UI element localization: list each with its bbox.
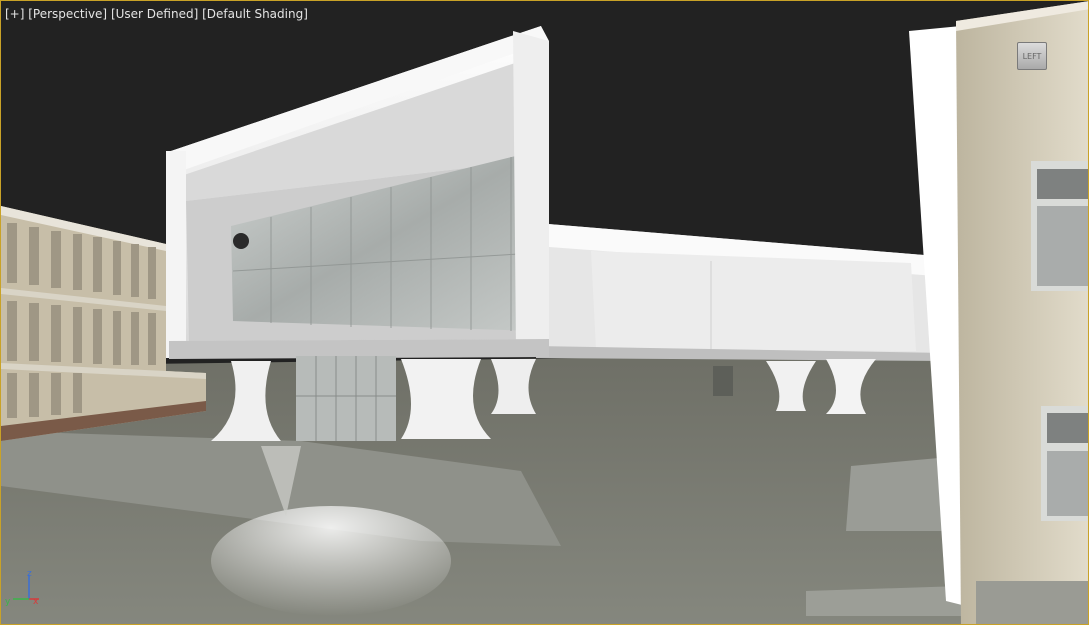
viewport-shading-menu[interactable]: [Default Shading] xyxy=(202,7,308,21)
viewcube-face-label: LEFT xyxy=(1022,51,1042,61)
x-axis-label: x xyxy=(33,597,39,607)
y-axis-label: y xyxy=(5,597,11,607)
axis-tripod-icon: z x y xyxy=(5,569,39,607)
main-building xyxy=(166,26,549,359)
viewport-plus-menu[interactable]: [+] xyxy=(5,7,24,21)
z-axis-label: z xyxy=(27,569,32,579)
viewport-preset-menu[interactable]: [User Defined] xyxy=(111,7,198,21)
perspective-viewport[interactable]: [+] [Perspective] [User Defined] [Defaul… xyxy=(0,0,1089,625)
viewcube-icon[interactable]: LEFT xyxy=(1017,42,1047,70)
viewport-label: [+] [Perspective] [User Defined] [Defaul… xyxy=(5,7,308,21)
scene-render xyxy=(1,1,1088,624)
viewport-view-menu[interactable]: [Perspective] xyxy=(28,7,107,21)
